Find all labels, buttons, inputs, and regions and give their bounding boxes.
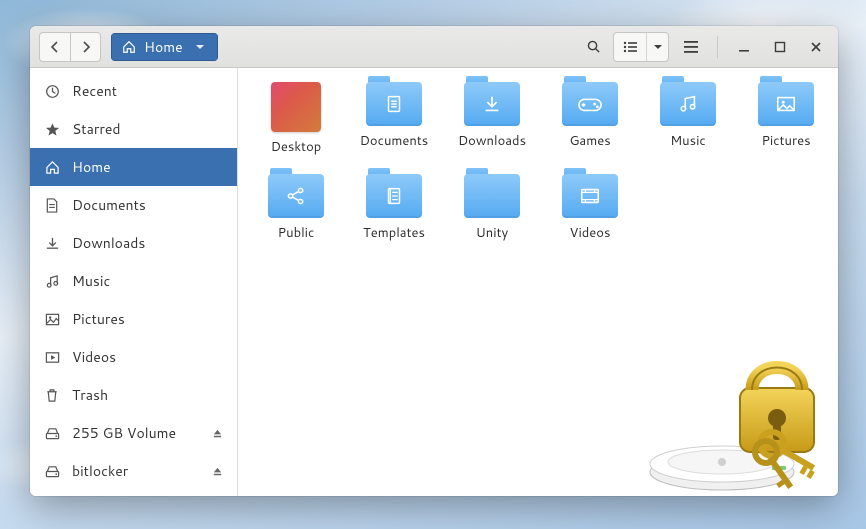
sidebar-item-label: Music <box>72 271 110 291</box>
view-options-button[interactable] <box>646 33 668 61</box>
sidebar-item-label: bitlocker <box>72 461 128 481</box>
sidebar-item-bitlocker[interactable]: bitlocker <box>30 452 237 490</box>
file-item-templates[interactable]: Templates <box>346 174 442 242</box>
sidebar-item-starred[interactable]: Starred <box>30 110 237 148</box>
sidebar-item-255-gb-volume[interactable]: 255 GB Volume <box>30 414 237 452</box>
sidebar-item-label: Home <box>72 157 111 177</box>
view-switcher <box>613 32 669 62</box>
minimize-button[interactable] <box>728 33 760 61</box>
file-item-label: Videos <box>570 224 611 242</box>
folder-icon <box>758 82 814 126</box>
sidebar-item-label: Starred <box>72 119 121 139</box>
sidebar-item-videos[interactable]: Videos <box>30 338 237 376</box>
nav-buttons <box>39 32 101 62</box>
back-button[interactable] <box>40 33 70 61</box>
headerbar: Home <box>30 26 838 68</box>
sidebar-item-home[interactable]: Home <box>30 148 237 186</box>
file-item-downloads[interactable]: Downloads <box>444 82 540 156</box>
document-icon <box>44 198 60 213</box>
folder-icon <box>464 174 520 218</box>
folder-icon <box>366 82 422 126</box>
file-item-pictures[interactable]: Pictures <box>738 82 834 156</box>
pictures-icon <box>44 312 60 327</box>
drive-icon <box>44 426 60 441</box>
sidebar-item-recent[interactable]: Recent <box>30 72 237 110</box>
sidebar-item-label: Recent <box>72 81 117 101</box>
sidebar-item-label: Downloads <box>72 233 145 253</box>
file-item-music[interactable]: Music <box>640 82 736 156</box>
forward-button[interactable] <box>70 33 100 61</box>
folder-icon <box>562 174 618 218</box>
sidebar-item-label: Trash <box>72 385 108 405</box>
file-item-videos[interactable]: Videos <box>542 174 638 242</box>
places-sidebar: Recent Starred Home Documents Downloads Music… <box>30 68 238 496</box>
file-item-games[interactable]: Games <box>542 82 638 156</box>
folder-icon <box>268 174 324 218</box>
file-item-label: Desktop <box>271 138 322 156</box>
file-item-label: Downloads <box>458 132 526 150</box>
file-item-label: Public <box>278 224 315 242</box>
file-item-label: Templates <box>363 224 425 242</box>
file-item-unity[interactable]: Unity <box>444 174 540 242</box>
trash-icon <box>44 388 60 403</box>
star-icon <box>44 122 60 137</box>
bitlocker-lock-illustration <box>644 332 838 496</box>
maximize-button[interactable] <box>764 33 796 61</box>
path-segment-home[interactable]: Home <box>111 33 218 61</box>
path-label: Home <box>144 37 183 57</box>
list-view-button[interactable] <box>614 33 646 61</box>
eject-icon[interactable] <box>212 428 223 439</box>
folder-icon <box>464 82 520 126</box>
home-icon <box>122 40 136 54</box>
sidebar-item-label: 255 GB Volume <box>72 423 176 443</box>
file-item-label: Games <box>569 132 610 150</box>
file-item-desktop[interactable]: Desktop <box>248 82 344 156</box>
sidebar-item-label: Pictures <box>72 309 125 329</box>
sidebar-item-trash[interactable]: Trash <box>30 376 237 414</box>
sidebar-item-downloads[interactable]: Downloads <box>30 224 237 262</box>
file-item-documents[interactable]: Documents <box>346 82 442 156</box>
file-item-label: Pictures <box>761 132 810 150</box>
path-dropdown-icon <box>195 43 205 51</box>
window-body: Recent Starred Home Documents Downloads Music… <box>30 68 838 496</box>
videos-icon <box>44 350 60 365</box>
path-bar[interactable]: Home <box>111 33 218 61</box>
sidebar-item-documents[interactable]: Documents <box>30 186 237 224</box>
sidebar-item-label: Videos <box>72 347 116 367</box>
folder-icon <box>562 82 618 126</box>
download-icon <box>44 236 60 251</box>
file-manager-window: Home <box>30 26 838 496</box>
file-item-label: Unity <box>476 224 508 242</box>
sidebar-item-music[interactable]: Music <box>30 262 237 300</box>
music-icon <box>44 274 60 289</box>
drive-icon <box>44 464 60 479</box>
home-icon <box>44 160 60 175</box>
file-item-public[interactable]: Public <box>248 174 344 242</box>
close-button[interactable] <box>800 33 832 61</box>
file-item-label: Documents <box>360 132 429 150</box>
folder-icon <box>660 82 716 126</box>
clock-icon <box>44 84 60 99</box>
hamburger-menu-button[interactable] <box>675 33 707 61</box>
sidebar-item-pictures[interactable]: Pictures <box>30 300 237 338</box>
folder-icon <box>366 174 422 218</box>
file-item-label: Music <box>670 132 706 150</box>
folder-view[interactable]: Desktop Documents Downloads Games Music Pictu… <box>238 68 838 496</box>
icon-grid: Desktop Documents Downloads Games Music Pictu… <box>248 82 828 242</box>
eject-icon[interactable] <box>212 466 223 477</box>
search-button[interactable] <box>577 33 609 61</box>
desktop-icon <box>271 82 321 132</box>
separator <box>717 36 718 58</box>
sidebar-item-label: Documents <box>72 195 146 215</box>
